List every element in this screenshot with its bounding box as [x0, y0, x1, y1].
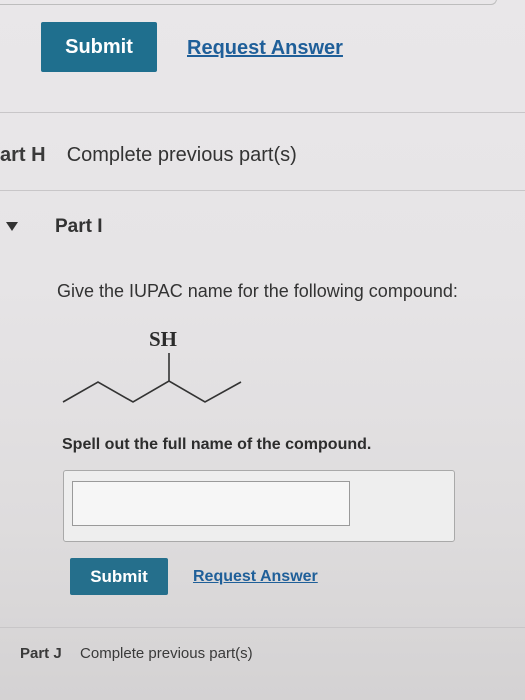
previous-part-container	[0, 0, 497, 5]
part-j-status: Complete previous part(s)	[80, 645, 253, 662]
instruction-text: Spell out the full name of the compound.	[62, 436, 372, 453]
part-h-label: art H	[0, 144, 46, 166]
part-i-title[interactable]: Part I	[55, 216, 103, 238]
part-h-status: Complete previous part(s)	[66, 144, 297, 166]
part-j-label: Part J	[20, 645, 62, 662]
collapse-caret-icon[interactable]	[6, 222, 18, 231]
part-h-row: art H Complete previous part(s)	[0, 144, 297, 167]
request-answer-link[interactable]: Request Answer	[187, 37, 343, 60]
divider	[0, 112, 525, 113]
thiol-label: SH	[149, 327, 177, 351]
question-text: Give the IUPAC name for the following co…	[57, 281, 458, 301]
divider	[0, 627, 525, 628]
molecule-structure: SH	[62, 327, 242, 403]
submit-button[interactable]: Submit	[41, 22, 157, 72]
request-answer-link-part-i[interactable]: Request Answer	[193, 568, 318, 586]
submit-button-part-i[interactable]: Submit	[70, 558, 168, 595]
carbon-chain	[62, 380, 242, 403]
divider	[0, 190, 525, 191]
answer-input[interactable]	[72, 481, 350, 526]
part-j-row: Part J Complete previous part(s)	[20, 645, 253, 662]
answer-container	[63, 470, 455, 542]
